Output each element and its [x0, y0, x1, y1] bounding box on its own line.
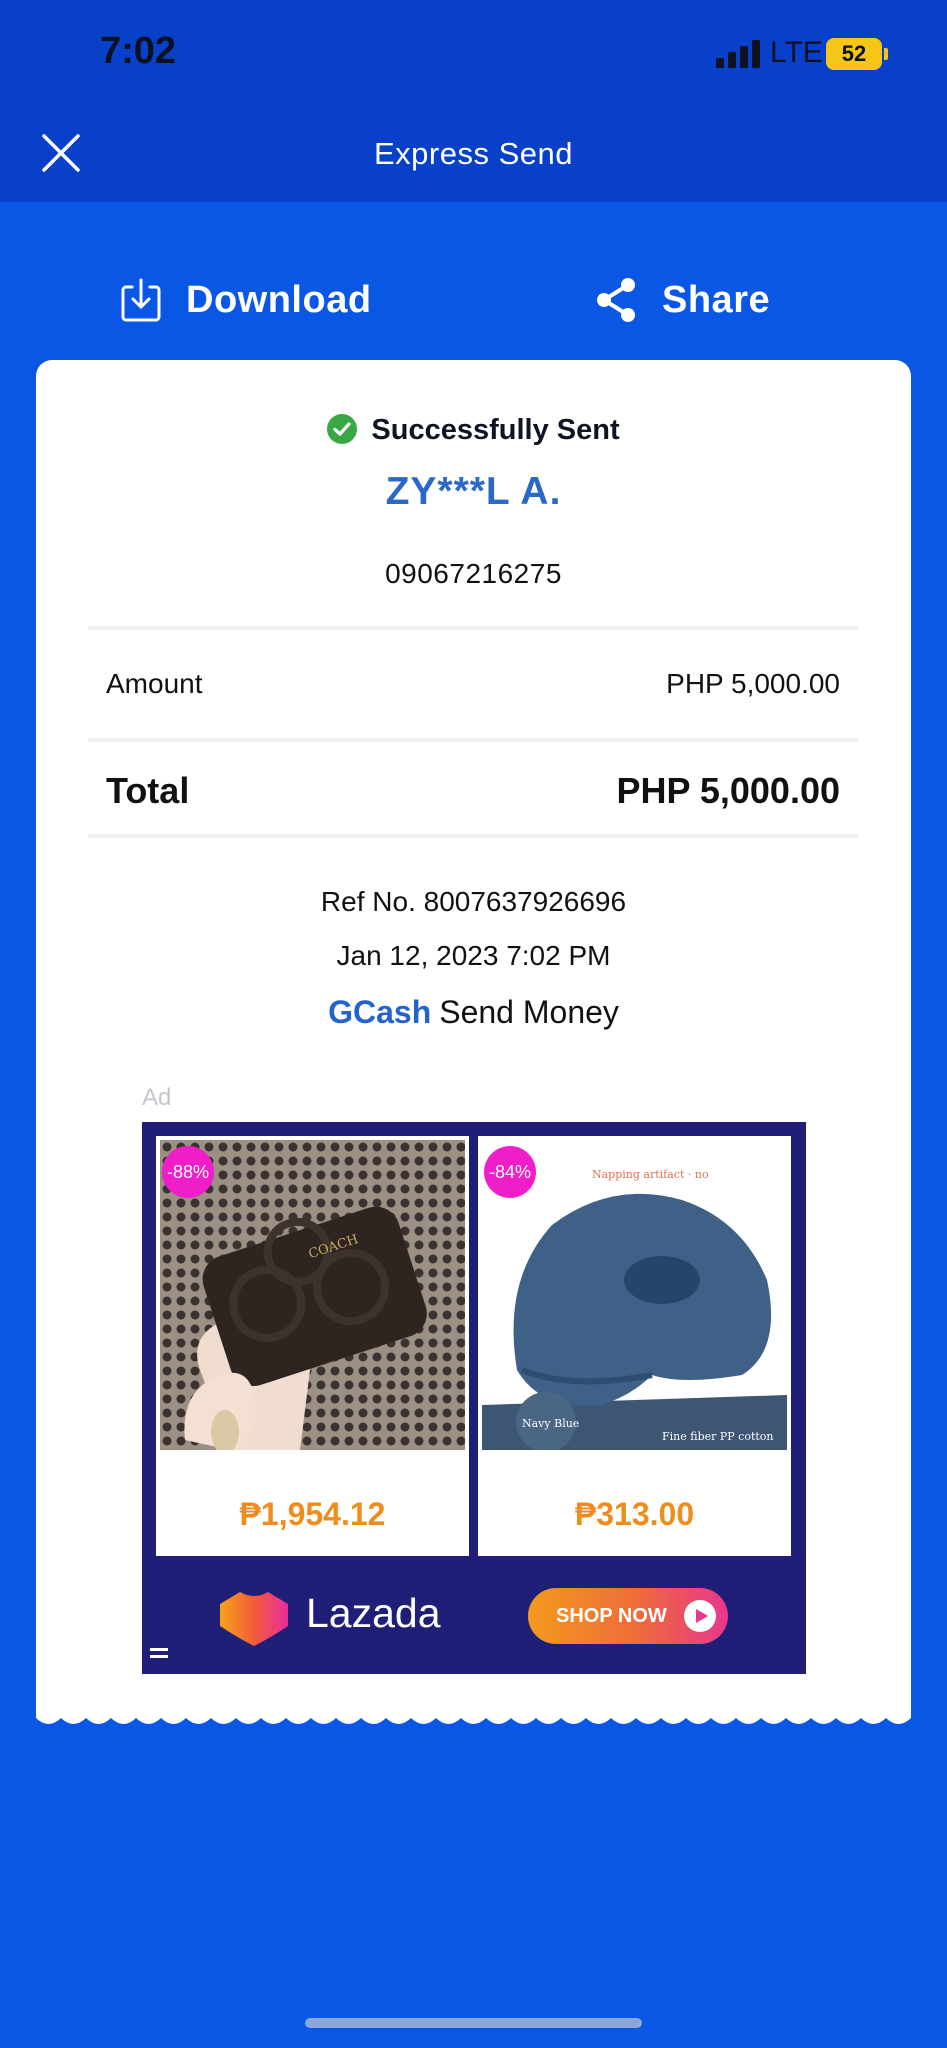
- download-icon: [121, 278, 161, 322]
- divider: [88, 738, 858, 742]
- home-indicator[interactable]: [305, 2018, 642, 2028]
- amount-row: Amount PHP 5,000.00: [106, 668, 840, 700]
- discount-badge: -84%: [484, 1146, 536, 1198]
- reference-number: Ref No. 8007637926696: [320, 886, 627, 917]
- discount-badge: -88%: [162, 1146, 214, 1198]
- menu-icon[interactable]: [150, 1646, 168, 1660]
- signal-icon: [716, 40, 760, 68]
- download-button[interactable]: Download: [120, 270, 372, 330]
- shop-now-label: SHOP NOW: [556, 1605, 667, 1627]
- lazada-ad-banner[interactable]: COACH -88% ₱1,954.12 Napping artifact · …: [142, 1122, 806, 1674]
- nav-bar: Express Send: [0, 104, 947, 202]
- success-status: Successfully Sent: [36, 414, 911, 447]
- recipient-number: 09067216275: [385, 558, 562, 589]
- product-price: ₱313.00: [574, 1496, 695, 1532]
- receipt-card: Successfully Sent ZY***L A. 09067216275 …: [36, 360, 911, 1710]
- check-circle-icon: [327, 414, 358, 444]
- network-type: LTE: [770, 36, 823, 69]
- product-price: ₱1,954.12: [239, 1496, 386, 1532]
- amount-value: PHP 5,000.00: [666, 668, 840, 699]
- ad-product-card[interactable]: Napping artifact · no Navy Blue Fine fib…: [478, 1136, 791, 1556]
- service-name: Send Money: [439, 994, 619, 1030]
- shop-now-button[interactable]: SHOP NOW: [528, 1588, 728, 1644]
- status-bar: 7:02 LTE 52: [0, 0, 947, 104]
- transaction-date: Jan 12, 2023 7:02 PM: [336, 940, 611, 971]
- share-button[interactable]: Share: [594, 270, 770, 330]
- status-time: 7:02: [100, 30, 177, 72]
- service-line: GCash Send Money: [36, 994, 911, 1031]
- divider: [88, 834, 858, 838]
- ad-label: Ad: [142, 1084, 172, 1111]
- svg-text:Navy Blue: Navy Blue: [522, 1417, 579, 1430]
- page-title: Express Send: [374, 136, 573, 171]
- ad-product-card[interactable]: COACH -88% ₱1,954.12: [156, 1136, 469, 1556]
- svg-text:Napping artifact · no: Napping artifact · no: [592, 1168, 709, 1181]
- battery-nub: [884, 48, 888, 60]
- divider: [88, 626, 858, 630]
- gcash-brand: GCash: [328, 994, 432, 1030]
- battery-icon: 52: [826, 38, 882, 70]
- success-text: Successfully Sent: [371, 414, 620, 446]
- lazada-logo-icon: [220, 1592, 288, 1646]
- share-icon: [597, 278, 635, 322]
- play-icon: [684, 1600, 716, 1632]
- share-label: Share: [662, 278, 771, 321]
- download-label: Download: [186, 278, 372, 321]
- amount-label: Amount: [106, 668, 203, 699]
- recipient-name: ZY***L A.: [385, 470, 562, 513]
- svg-text:Fine fiber PP cotton: Fine fiber PP cotton: [662, 1430, 774, 1443]
- total-label: Total: [106, 770, 190, 811]
- lazada-brand: Lazada: [306, 1590, 441, 1636]
- total-value: PHP 5,000.00: [616, 770, 840, 811]
- receipt-zigzag-edge: [36, 1708, 911, 1724]
- total-row: Total PHP 5,000.00: [106, 770, 840, 812]
